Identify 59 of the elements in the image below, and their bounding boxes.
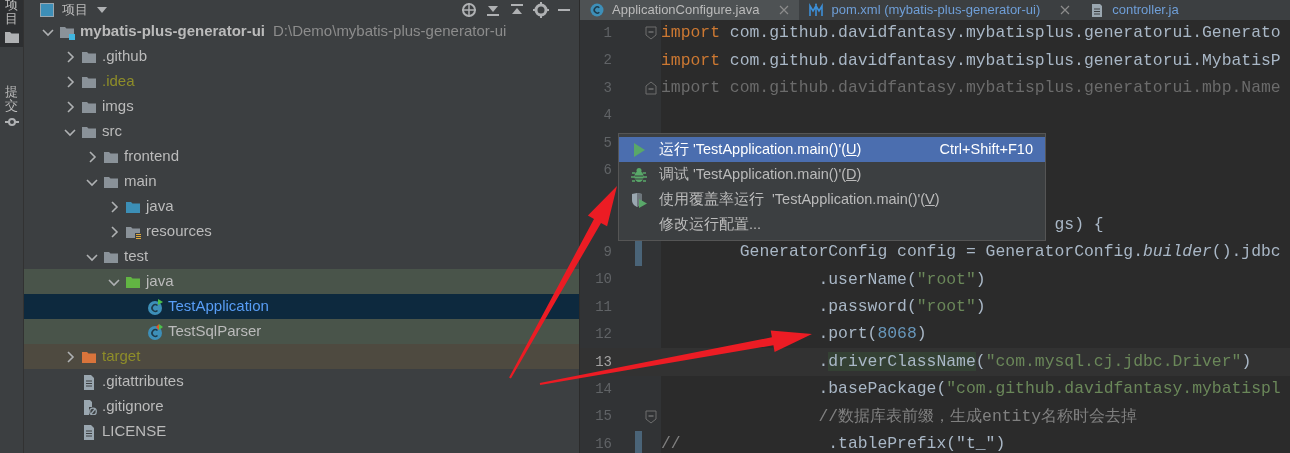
maven-icon xyxy=(809,2,824,17)
code-line: .port(8068) xyxy=(818,323,927,346)
folder-icon xyxy=(4,30,19,43)
tree-item[interactable]: src xyxy=(24,119,579,144)
code-line: import com.github.davidfantasy.mybatisplus.generatorui.Generato xyxy=(661,22,1281,45)
code-line: import com.github.davidfantasy.mybatisplus.generatorui.mbp.Name xyxy=(661,76,1281,99)
editor-tab[interactable]: pom.xml (mybatis-plus-generator-ui) xyxy=(799,0,1081,20)
line-number: 13 xyxy=(594,352,612,372)
close-icon[interactable] xyxy=(1060,4,1071,15)
menu-item[interactable]: 修改运行配置... xyxy=(619,212,1045,237)
tree-item[interactable]: imgs xyxy=(24,94,579,119)
tree-item[interactable]: frontend xyxy=(24,144,579,169)
code-line: .driverClassName("com.mysql.cj.jdbc.Driver") xyxy=(818,350,1252,373)
project-path: D:\Demo\mybatis-plus-generator-ui xyxy=(273,21,507,42)
tree-item[interactable]: TestApplication xyxy=(24,294,579,319)
bug-icon xyxy=(631,166,647,183)
panel-title: 项目 xyxy=(62,0,88,19)
editor-tab[interactable]: controller.ja xyxy=(1080,0,1189,20)
class-icon xyxy=(590,2,604,17)
code-line: //数据库表前缀，生成entity名称时会去掉 xyxy=(818,405,1138,428)
file-icon xyxy=(81,398,97,415)
commit-icon xyxy=(4,117,19,128)
file-icon xyxy=(81,423,97,440)
shortcut-label: Ctrl+Shift+F10 xyxy=(938,139,1033,159)
code-line: // .tablePrefix("t_") xyxy=(661,433,1006,453)
tree-item[interactable]: java xyxy=(24,194,579,219)
tree-item[interactable]: .gitignore xyxy=(24,394,579,419)
expand-icon[interactable] xyxy=(509,2,525,17)
class-icon xyxy=(147,323,163,340)
tree-item[interactable]: test xyxy=(24,244,579,269)
tree-item[interactable]: main xyxy=(24,169,579,194)
tree-item[interactable]: .gitattributes xyxy=(24,369,579,394)
tree-item[interactable]: resources xyxy=(24,219,579,244)
file-icon xyxy=(81,373,97,390)
tree-item[interactable]: .github xyxy=(24,44,579,69)
code-line: import com.github.davidfantasy.mybatisplus.generatorui.MybatisP xyxy=(661,49,1281,72)
code-line: .userName("root") xyxy=(818,268,986,291)
tree-item[interactable]: .idea xyxy=(24,69,579,94)
caret-icon[interactable] xyxy=(96,5,108,14)
editor-tab[interactable]: ApplicationConfigure.java xyxy=(580,0,800,20)
crosshair-icon[interactable] xyxy=(461,1,477,18)
tree-item[interactable]: LICENSE xyxy=(24,419,579,444)
menu-item[interactable]: 使用覆盖率运行 'TestApplication.main()'(V) xyxy=(619,187,1045,212)
panel-icon xyxy=(40,2,54,17)
code-line: .basePackage("com.github.davidfantasy.mybatispl xyxy=(818,378,1281,401)
settings-icon[interactable] xyxy=(533,1,549,18)
tree-item[interactable]: TestSqlParser xyxy=(24,319,579,344)
code-line: .password("root") xyxy=(818,296,986,319)
code-line: gs) { xyxy=(1054,213,1104,236)
tool-window-tab[interactable]: 提交 xyxy=(0,82,23,132)
class-icon xyxy=(147,298,163,315)
tree-item[interactable]: mybatis-plus-generator-ui D:\Demo\mybatis-plus-generator-ui xyxy=(24,19,579,44)
coverage-icon xyxy=(631,191,647,208)
tree-item[interactable]: java xyxy=(24,269,579,294)
menu-item[interactable]: 调试 'TestApplication.main()'(D) xyxy=(619,162,1045,187)
tool-window-tab[interactable]: 项目 xyxy=(0,0,23,47)
code-line: GeneratorConfig config = GeneratorConfig.builder().jdbc xyxy=(739,241,1281,264)
menu-item[interactable]: 运行 'TestApplication.main()'(U) Ctrl+Shift+F10 xyxy=(619,137,1045,162)
run-icon xyxy=(631,141,647,158)
